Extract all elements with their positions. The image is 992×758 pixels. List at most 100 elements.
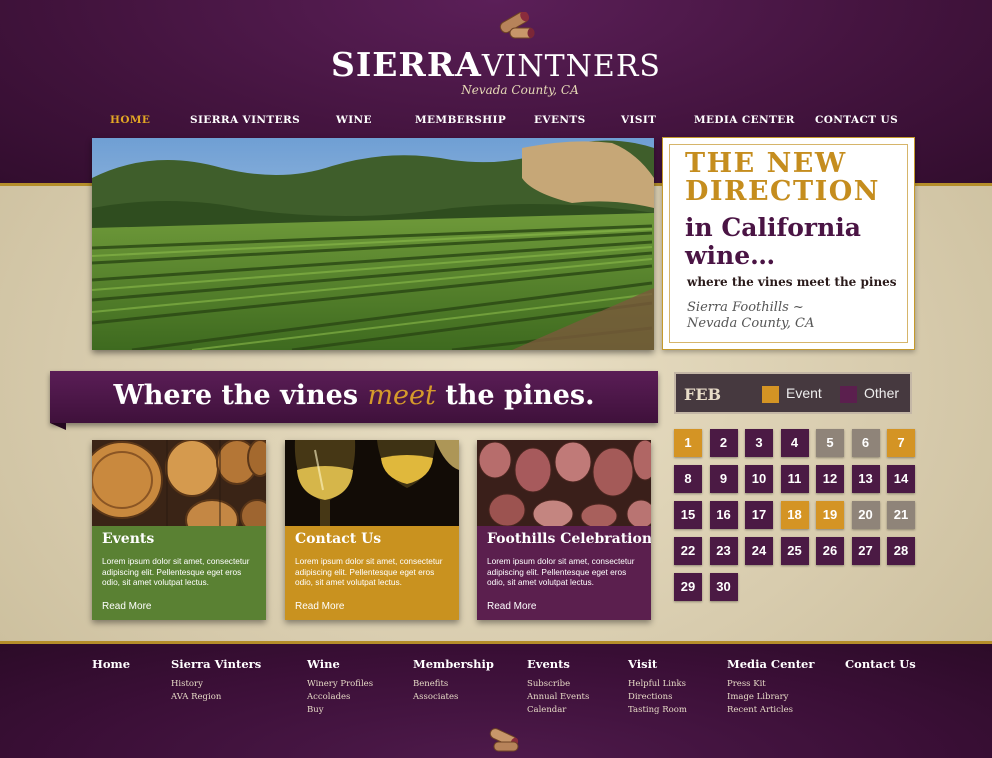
panel-heading-line-2: DIRECTION xyxy=(685,176,880,207)
footer-link[interactable]: Recent Articles xyxy=(727,704,814,717)
calendar-day-23[interactable]: 23 xyxy=(709,537,738,565)
calendar-day-12[interactable]: 12 xyxy=(816,465,844,493)
calendar-day-6[interactable]: 6 xyxy=(851,429,880,457)
footer-heading[interactable]: Visit xyxy=(628,657,687,671)
footer-link[interactable]: Accolades xyxy=(307,691,373,704)
nav-events[interactable]: EVENTS xyxy=(534,114,586,126)
calendar-month: FEB xyxy=(684,385,722,404)
footer-link[interactable]: Annual Events xyxy=(527,691,589,704)
footer-column-0: Home xyxy=(92,657,130,678)
footer-heading[interactable]: Sierra Vinters xyxy=(171,657,261,671)
logo-part-2: VINTNERS xyxy=(481,49,661,84)
panel-slogan: where the vines meet the pines xyxy=(687,275,897,289)
calendar-day-20[interactable]: 20 xyxy=(851,501,880,529)
nav-sierra-vinters[interactable]: SIERRA VINTERS xyxy=(190,114,300,126)
footer-link[interactable]: Associates xyxy=(413,691,494,704)
footer-heading[interactable]: Membership xyxy=(413,657,494,671)
calendar-day-29[interactable]: 29 xyxy=(674,573,702,601)
calendar-day-15[interactable]: 15 xyxy=(674,501,702,529)
footer-links: Press Kit Image Library Recent Articles xyxy=(727,678,814,717)
foothills-read-more-link[interactable]: Read More xyxy=(487,601,536,612)
nav-visit[interactable]: VISIT xyxy=(621,114,656,126)
calendar-day-19[interactable]: 19 xyxy=(816,501,844,529)
nav-membership[interactable]: MEMBERSHIP xyxy=(415,114,506,126)
calendar-day-26[interactable]: 26 xyxy=(816,537,844,565)
foothills-card-text: Lorem ipsum dolor sit amet, consectetur … xyxy=(487,556,635,587)
nav-wine[interactable]: WINE xyxy=(336,114,372,126)
foothills-celebration-card[interactable]: Foothills Celebration Lorem ipsum dolor … xyxy=(477,440,651,620)
calendar-grid: 1 2 3 4 5 6 7 8 9 10 11 12 13 14 15 16 17 18 19 20 21 22 23 24 2… xyxy=(674,429,915,609)
footer-link[interactable]: Image Library xyxy=(727,691,814,704)
calendar-day-30[interactable]: 30 xyxy=(709,573,738,601)
calendar-day-16[interactable]: 16 xyxy=(709,501,738,529)
events-read-more-link[interactable]: Read More xyxy=(102,601,151,612)
footer-heading[interactable]: Home xyxy=(92,657,130,671)
new-direction-panel: THE NEW DIRECTION in California wine… wh… xyxy=(662,137,915,350)
footer-heading[interactable]: Contact Us xyxy=(845,657,916,671)
footer-column-2: Wine Winery Profiles Accolades Buy xyxy=(307,657,373,717)
nav-media-center[interactable]: MEDIA CENTER xyxy=(694,114,795,126)
footer-link[interactable]: Tasting Room xyxy=(628,704,687,717)
calendar-day-22[interactable]: 22 xyxy=(674,537,702,565)
banner-text-before: Where the vines xyxy=(113,380,359,411)
calendar-day-11[interactable]: 11 xyxy=(780,465,809,493)
footer-link[interactable]: Winery Profiles xyxy=(307,678,373,691)
calendar-day-1[interactable]: 1 xyxy=(674,429,702,457)
contact-us-card[interactable]: Contact Us Lorem ipsum dolor sit amet, c… xyxy=(285,440,459,620)
site-logo[interactable]: SIERRAVINTNERS xyxy=(0,45,992,84)
legend-other-label: Other xyxy=(864,385,900,401)
contact-us-read-more-link[interactable]: Read More xyxy=(295,601,344,612)
nav-home[interactable]: HOME xyxy=(110,114,150,126)
footer-link[interactable]: Buy xyxy=(307,704,373,717)
calendar-day-5[interactable]: 5 xyxy=(816,429,844,457)
events-card-text: Lorem ipsum dolor sit amet, consectetur … xyxy=(102,556,250,587)
footer-heading[interactable]: Wine xyxy=(307,657,373,671)
calendar-day-10[interactable]: 10 xyxy=(745,465,773,493)
footer-link[interactable]: Directions xyxy=(628,691,687,704)
banner-text-highlight: meet xyxy=(367,380,436,411)
wine-corks-image xyxy=(477,440,651,526)
footer-link[interactable]: Benefits xyxy=(413,678,494,691)
calendar-day-3[interactable]: 3 xyxy=(745,429,773,457)
calendar-day-25[interactable]: 25 xyxy=(780,537,809,565)
calendar-day-14[interactable]: 14 xyxy=(887,465,915,493)
main-nav: HOME SIERRA VINTERS WINE MEMBERSHIP EVEN… xyxy=(0,114,992,128)
panel-location-line-1: Sierra Foothills ~ xyxy=(687,300,804,315)
footer-link[interactable]: Helpful Links xyxy=(628,678,687,691)
calendar-day-7[interactable]: 7 xyxy=(887,429,915,457)
panel-location-line-2: Nevada County, CA xyxy=(687,316,815,331)
events-card[interactable]: Events Lorem ipsum dolor sit amet, conse… xyxy=(92,440,266,620)
calendar-day-24[interactable]: 24 xyxy=(745,537,773,565)
calendar-day-17[interactable]: 17 xyxy=(745,501,773,529)
page: SIERRAVINTNERS Nevada County, CA HOME SI… xyxy=(0,0,992,758)
calendar-day-9[interactable]: 9 xyxy=(709,465,738,493)
calendar-day-28[interactable]: 28 xyxy=(887,537,915,565)
footer-link[interactable]: Subscribe xyxy=(527,678,589,691)
contact-us-card-body: Contact Us Lorem ipsum dolor sit amet, c… xyxy=(285,526,459,620)
footer-column-4: Events Subscribe Annual Events Calendar xyxy=(527,657,589,717)
footer-column-1: Sierra Vinters History AVA Region xyxy=(171,657,261,704)
calendar-day-4[interactable]: 4 xyxy=(780,429,809,457)
footer-link[interactable]: Press Kit xyxy=(727,678,814,691)
calendar-day-2[interactable]: 2 xyxy=(709,429,738,457)
wine-glasses-image xyxy=(285,440,459,526)
calendar-day-21[interactable]: 21 xyxy=(887,501,915,529)
calendar-day-27[interactable]: 27 xyxy=(851,537,880,565)
calendar-day-8[interactable]: 8 xyxy=(674,465,702,493)
panel-subheading-line-2: wine… xyxy=(685,241,776,270)
footer-links: Helpful Links Directions Tasting Room xyxy=(628,678,687,717)
calendar-day-18[interactable]: 18 xyxy=(780,501,809,529)
calendar-day-13[interactable]: 13 xyxy=(851,465,880,493)
footer-link[interactable]: History xyxy=(171,678,261,691)
footer-links: Subscribe Annual Events Calendar xyxy=(527,678,589,717)
hero-vineyard-image xyxy=(92,138,654,350)
footer-link[interactable]: AVA Region xyxy=(171,691,261,704)
foothills-card-title: Foothills Celebration xyxy=(487,531,651,547)
footer-heading[interactable]: Events xyxy=(527,657,589,671)
footer-column-6: Media Center Press Kit Image Library Recent… xyxy=(727,657,814,717)
footer-heading[interactable]: Media Center xyxy=(727,657,814,671)
nav-contact-us[interactable]: CONTACT US xyxy=(815,114,898,126)
footer-link[interactable]: Calendar xyxy=(527,704,589,717)
logo-tagline: Nevada County, CA xyxy=(461,83,579,97)
corks-footer-icon xyxy=(489,728,519,752)
